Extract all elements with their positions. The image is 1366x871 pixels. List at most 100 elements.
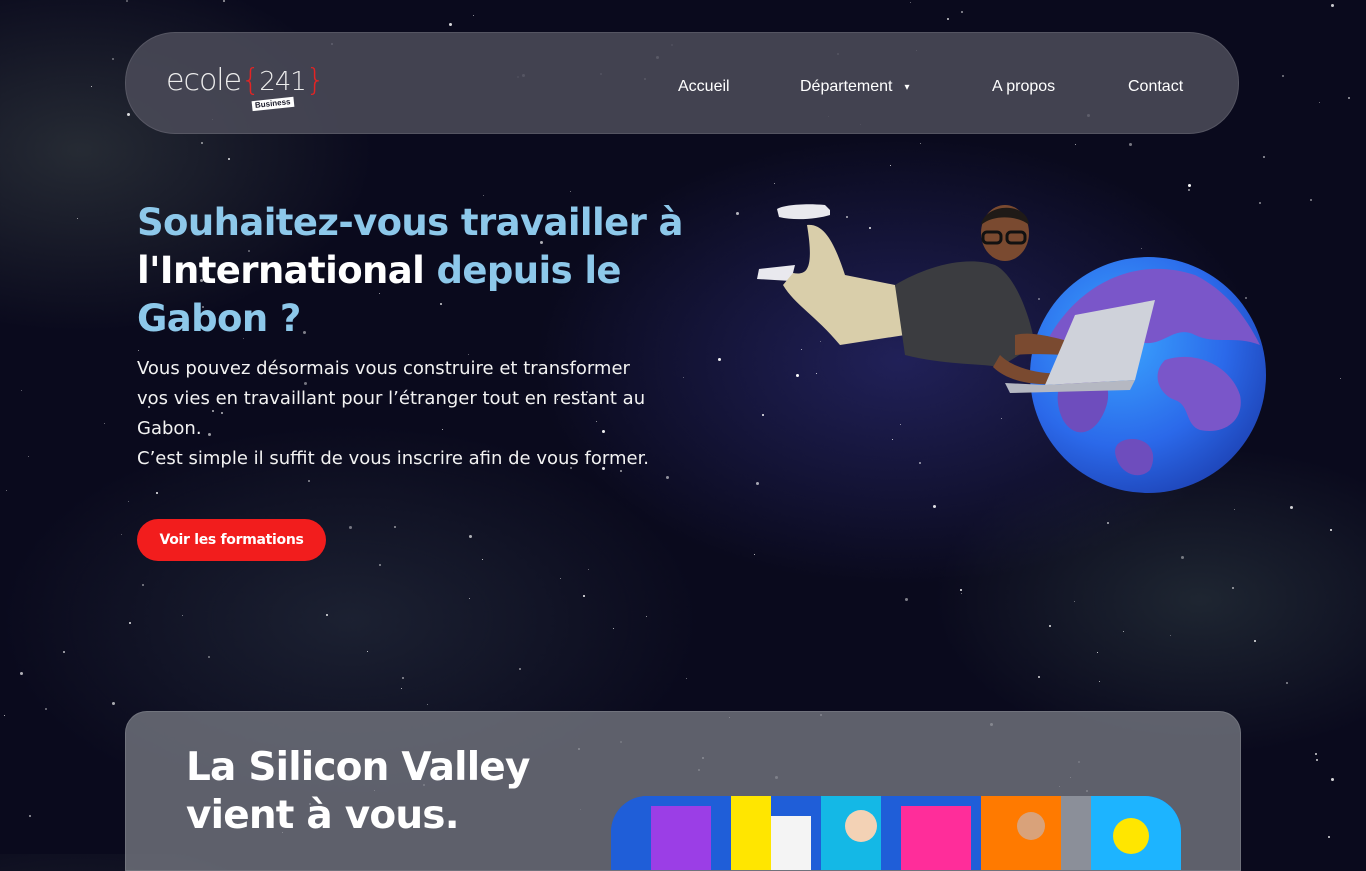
- star: [121, 534, 122, 535]
- star: [379, 564, 381, 566]
- star: [1099, 681, 1100, 682]
- navbar: ecole{241} Business Accueil Département ▾…: [125, 32, 1239, 134]
- star: [6, 490, 7, 491]
- star: [112, 58, 114, 60]
- star: [961, 11, 963, 13]
- star: [1049, 625, 1051, 627]
- star: [905, 598, 908, 601]
- nav-link-accueil[interactable]: Accueil: [678, 78, 730, 96]
- star: [933, 505, 936, 508]
- star: [1331, 778, 1334, 781]
- logo-brace-close: }: [305, 63, 325, 98]
- star: [326, 614, 328, 616]
- star: [473, 15, 474, 16]
- star: [228, 158, 230, 160]
- star: [960, 589, 962, 591]
- star: [613, 628, 614, 629]
- star: [156, 492, 158, 494]
- hero-title-part-3: l'International: [137, 249, 425, 292]
- star: [482, 559, 483, 560]
- star: [1315, 753, 1317, 755]
- star: [666, 476, 669, 479]
- hero-paragraph-1: Vous pouvez désormais vous construire et…: [137, 358, 646, 439]
- section-title-line-2: vient à vous.: [186, 793, 460, 838]
- star: [1254, 640, 1256, 642]
- hero-title-part-5: Gabon ?: [137, 297, 301, 340]
- star: [129, 622, 131, 624]
- logo-badge: Business: [251, 96, 294, 112]
- star: [519, 668, 521, 670]
- nav-link-departement[interactable]: Département ▾: [800, 78, 910, 96]
- star: [570, 191, 571, 192]
- logo-wordmark: ecole{241}: [166, 63, 325, 98]
- logo-word: ecole: [166, 63, 242, 98]
- star: [469, 535, 472, 538]
- nav-link-contact[interactable]: Contact: [1128, 78, 1183, 96]
- view-trainings-button[interactable]: Voir les formations: [137, 519, 326, 561]
- star: [401, 688, 402, 689]
- star: [1282, 75, 1284, 77]
- star: [4, 715, 5, 716]
- star: [947, 18, 949, 20]
- star: [686, 678, 687, 679]
- floating-person-globe-illustration: [757, 204, 1266, 493]
- star: [29, 815, 31, 817]
- star: [1129, 143, 1132, 146]
- hero-title-part-2: à: [658, 201, 684, 244]
- star: [91, 86, 92, 87]
- hero-title: Souhaitez-vous travailler à l'Internatio…: [137, 199, 697, 343]
- star: [128, 501, 129, 502]
- star: [1328, 836, 1330, 838]
- star: [449, 23, 452, 26]
- star: [920, 143, 921, 144]
- star: [308, 480, 310, 482]
- star: [646, 616, 647, 617]
- star: [1286, 682, 1288, 684]
- star: [1290, 506, 1293, 509]
- star: [736, 212, 739, 215]
- nav-link-a-propos[interactable]: A propos: [992, 78, 1055, 96]
- star: [21, 390, 22, 391]
- star: [1074, 601, 1075, 602]
- star: [910, 2, 911, 3]
- star: [1316, 759, 1318, 761]
- star: [223, 0, 225, 2]
- star: [1319, 102, 1320, 103]
- nav-link-departement-label: Département: [800, 78, 893, 95]
- star: [1170, 635, 1171, 636]
- star: [394, 526, 396, 528]
- section-title-line-1: La Silicon Valley: [186, 745, 530, 790]
- star: [774, 183, 775, 184]
- star: [126, 0, 128, 2]
- caret-down-icon: ▾: [904, 82, 910, 93]
- star: [483, 195, 484, 196]
- hero-title-part-1: Souhaitez-vous travailler: [137, 201, 647, 244]
- star: [1075, 144, 1076, 145]
- hero-paragraph-2: C’est simple il suffit de vous inscrire …: [137, 448, 650, 469]
- star: [1234, 509, 1235, 510]
- star: [63, 651, 65, 653]
- logo-brace-open: {: [241, 63, 260, 98]
- star: [427, 704, 428, 705]
- star: [28, 456, 29, 457]
- silicon-valley-collage-image: [611, 796, 1181, 870]
- section-title: La Silicon Valley vient à vous.: [186, 744, 586, 840]
- star: [349, 526, 352, 529]
- silicon-valley-section: La Silicon Valley vient à vous.: [125, 711, 1241, 871]
- star: [112, 702, 115, 705]
- star: [208, 656, 210, 658]
- star: [1232, 587, 1234, 589]
- star: [1310, 199, 1312, 201]
- star: [583, 595, 585, 597]
- star: [1340, 378, 1341, 379]
- star: [138, 350, 139, 351]
- star: [1331, 4, 1334, 7]
- star: [201, 142, 203, 144]
- star: [1188, 184, 1191, 187]
- star: [367, 651, 368, 652]
- star: [182, 615, 183, 616]
- star: [402, 677, 404, 679]
- logo[interactable]: ecole{241} Business: [166, 63, 325, 113]
- star: [1330, 529, 1332, 531]
- hero-title-part-4: depuis le: [436, 249, 622, 292]
